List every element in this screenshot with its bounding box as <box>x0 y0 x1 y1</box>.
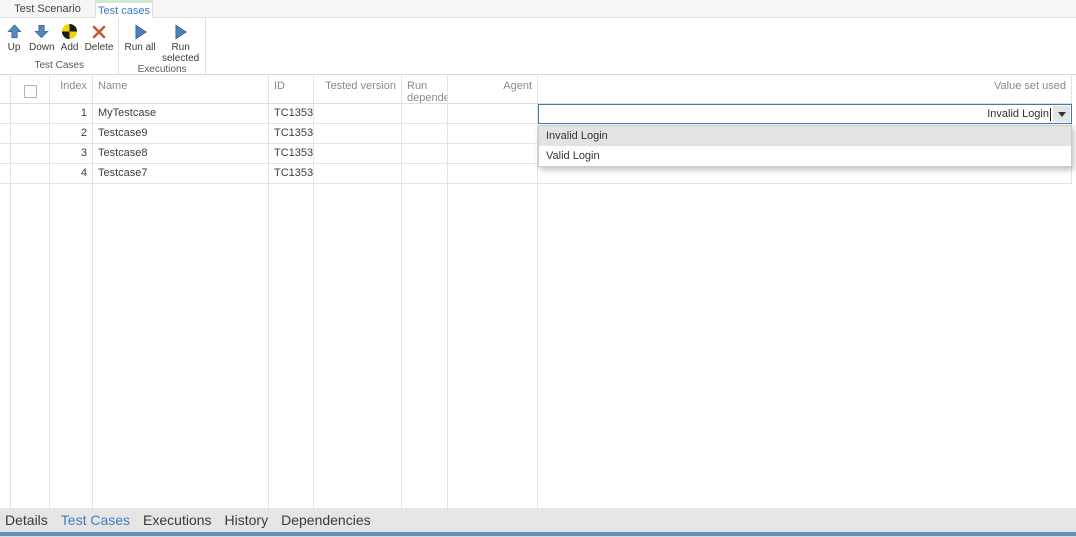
down-button-label: Down <box>29 42 55 53</box>
row-select-cell[interactable] <box>11 144 50 163</box>
cell-agent[interactable] <box>448 164 538 183</box>
header-run-depends[interactable]: Run depende... <box>402 76 448 103</box>
grid-header-row: Index Name ID Tested version Run depende… <box>0 76 1072 104</box>
cell-run-depends[interactable] <box>402 104 448 123</box>
ribbon: Up Down <box>0 18 1076 75</box>
row-indicator-cell[interactable] <box>0 124 11 143</box>
empty-col <box>269 184 314 508</box>
run-selected-button[interactable]: Run selected <box>159 20 203 64</box>
test-scenario-window: Test Scenario Test cases Up Down <box>0 0 1076 537</box>
cell-index[interactable]: 2 <box>50 124 93 143</box>
row-indicator-cell[interactable] <box>0 164 11 183</box>
dropdown-option[interactable]: Invalid Login <box>539 126 1071 146</box>
header-tested-version[interactable]: Tested version <box>314 76 402 103</box>
empty-col <box>50 184 93 508</box>
group-label-test-cases: Test Cases <box>2 60 116 74</box>
arrow-up-icon <box>7 23 22 40</box>
empty-col <box>402 184 448 508</box>
cell-tested-version[interactable] <box>314 124 402 143</box>
empty-col <box>0 184 11 508</box>
combo-dropdown-button[interactable] <box>1053 106 1070 122</box>
empty-col <box>11 184 50 508</box>
select-all-checkbox[interactable] <box>24 85 37 98</box>
row-indicator-cell[interactable] <box>0 104 11 123</box>
header-row-indicator <box>0 76 11 103</box>
cell-name[interactable]: Testcase8 <box>93 144 269 163</box>
up-button-label: Up <box>8 42 21 53</box>
cell-agent[interactable] <box>448 104 538 123</box>
cell-id[interactable]: TC135333 <box>269 164 314 183</box>
grid-empty-area <box>0 184 1072 508</box>
ribbon-group-test-cases: Up Down <box>0 18 119 74</box>
cell-agent[interactable] <box>448 124 538 143</box>
value-set-editor[interactable]: Invalid Login <box>538 104 1072 124</box>
empty-col <box>314 184 402 508</box>
run-all-button[interactable]: Run all <box>121 20 158 53</box>
ribbon-tabstrip: Test Scenario Test cases <box>0 0 1076 18</box>
empty-col <box>93 184 269 508</box>
cell-index[interactable]: 3 <box>50 144 93 163</box>
view-tab-executions[interactable]: Executions <box>143 512 211 528</box>
view-tab-history[interactable]: History <box>225 512 269 528</box>
empty-col <box>448 184 538 508</box>
cell-index[interactable]: 1 <box>50 104 93 123</box>
down-button[interactable]: Down <box>26 20 58 53</box>
delete-button[interactable]: Delete <box>82 20 117 53</box>
cell-run-depends[interactable] <box>402 124 448 143</box>
run-all-button-label: Run all <box>124 42 155 53</box>
cell-id[interactable]: TC135335 <box>269 124 314 143</box>
value-set-dropdown-list: Invalid LoginValid Login <box>538 125 1072 167</box>
header-index[interactable]: Index <box>50 76 93 103</box>
cell-run-depends[interactable] <box>402 144 448 163</box>
add-testcase-icon <box>61 23 78 40</box>
bottom-view-tabbar: Details Test Cases Executions History Depend… <box>0 508 1076 532</box>
header-select-all <box>11 76 50 103</box>
row-select-cell[interactable] <box>11 104 50 123</box>
view-tab-dependencies[interactable]: Dependencies <box>281 512 371 528</box>
up-button[interactable]: Up <box>2 20 26 53</box>
cell-name[interactable]: Testcase9 <box>93 124 269 143</box>
header-agent[interactable]: Agent <box>448 76 538 103</box>
cell-name[interactable]: Testcase7 <box>93 164 269 183</box>
row-select-cell[interactable] <box>11 124 50 143</box>
text-caret <box>1050 108 1051 121</box>
cell-agent[interactable] <box>448 144 538 163</box>
delete-x-icon <box>92 23 106 40</box>
table-row[interactable]: 4 Testcase7 TC135333 <box>0 164 1072 184</box>
cell-id[interactable]: TC135334 <box>269 144 314 163</box>
cell-tested-version[interactable] <box>314 104 402 123</box>
header-name[interactable]: Name <box>93 76 269 103</box>
cell-name[interactable]: MyTestcase <box>93 104 269 123</box>
delete-button-label: Delete <box>85 42 114 53</box>
value-set-editor-text[interactable]: Invalid Login <box>987 108 1049 120</box>
ribbon-group-executions: Run all Run selected Executions <box>119 18 205 74</box>
cell-id[interactable]: TC135345 <box>269 104 314 123</box>
run-all-play-icon <box>133 23 148 40</box>
add-button-label: Add <box>61 42 79 53</box>
view-tab-test-cases[interactable]: Test Cases <box>61 512 130 528</box>
cell-tested-version[interactable] <box>314 144 402 163</box>
add-button[interactable]: Add <box>58 20 82 53</box>
run-selected-button-label: Run selected <box>162 42 200 64</box>
chevron-down-icon <box>1058 112 1066 117</box>
header-value-set-used[interactable]: Value set used <box>538 76 1072 103</box>
ribbon-tab-test-cases[interactable]: Test cases <box>95 0 153 19</box>
row-indicator-cell[interactable] <box>0 144 11 163</box>
cell-tested-version[interactable] <box>314 164 402 183</box>
cell-index[interactable]: 4 <box>50 164 93 183</box>
header-id[interactable]: ID <box>269 76 314 103</box>
arrow-down-icon <box>34 23 49 40</box>
empty-col <box>538 184 1072 508</box>
cell-run-depends[interactable] <box>402 164 448 183</box>
dropdown-option[interactable]: Valid Login <box>539 146 1071 166</box>
run-selected-play-icon <box>173 23 188 40</box>
ribbon-tab-test-scenario[interactable]: Test Scenario <box>0 0 95 18</box>
row-select-cell[interactable] <box>11 164 50 183</box>
view-tab-details[interactable]: Details <box>5 512 48 528</box>
